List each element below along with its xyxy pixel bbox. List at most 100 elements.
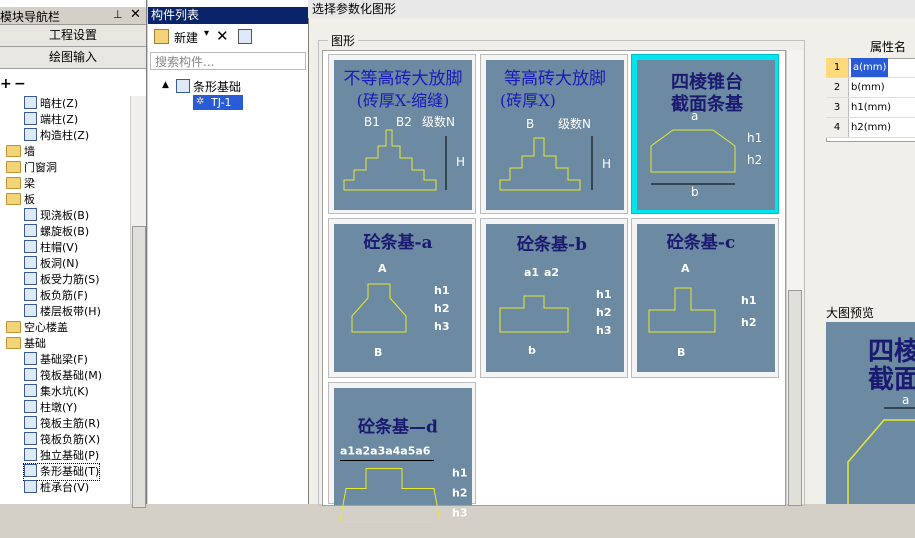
nav-tree-item[interactable]: 板受力筋(S) <box>24 272 100 288</box>
shape-tile-concrete-c[interactable]: 砼条基-c A h1 h2 B <box>631 218 779 378</box>
nav-tree-item[interactable]: 柱墩(Y) <box>24 400 77 416</box>
dim-label: B <box>677 346 685 359</box>
nav-tree-label: 构造柱(Z) <box>40 129 90 142</box>
shape-title: 不等高砖大放脚 <box>344 69 463 89</box>
shape-group-label: 图形 <box>328 32 359 49</box>
component-icon <box>24 128 37 141</box>
component-icon <box>24 416 37 429</box>
nav-tree-folder[interactable]: 板 <box>6 192 35 208</box>
nav-tree: 暗柱(Z) 端柱(Z) 构造柱(Z) 墙门窗洞梁板现浇板(B) 螺旋板(B) 柱帽(V) 板… <box>0 96 130 504</box>
preview-subtitle: 截面 <box>868 365 915 395</box>
component-icon <box>24 224 37 237</box>
nav-tree-folder[interactable]: 梁 <box>6 176 35 192</box>
nav-tree-folder[interactable]: 基础 <box>6 336 46 352</box>
component-search-input[interactable]: 搜索构件... <box>150 52 306 70</box>
dim-label: h2 <box>741 316 757 329</box>
nav-tree-item[interactable]: 现浇板(B) <box>24 208 89 224</box>
shape-subtitle: (砖厚X) <box>500 91 556 110</box>
tree-collapse-icon[interactable]: ▲ <box>162 80 169 90</box>
shape-tile-equal-brick[interactable]: 等高砖大放脚 (砖厚X) B 级数N H <box>480 54 628 214</box>
expand-all-icon[interactable]: + <box>0 76 12 92</box>
nav-tree-item[interactable]: 桩承台(V) <box>24 480 89 496</box>
nav-tree-folder[interactable]: 门窗洞 <box>6 160 57 176</box>
nav-tree-label: 独立基础(P) <box>40 449 100 462</box>
dim-label: h2 <box>452 487 468 500</box>
property-table-header: 属性名称 <box>826 32 915 71</box>
nav-tree-item[interactable]: 暗柱(Z) <box>24 96 78 112</box>
component-icon <box>24 448 37 461</box>
nav-tree-item[interactable]: 柱帽(V) <box>24 240 78 256</box>
dim-label: h1 <box>747 131 762 145</box>
shape-title: 等高砖大放脚 <box>504 69 606 89</box>
component-list-toolbar: 新建 ▾ ✕ <box>150 26 306 48</box>
nav-tree-folder[interactable]: 空心楼盖 <box>6 320 68 336</box>
nav-tree-item[interactable]: 筏板主筋(R) <box>24 416 100 432</box>
delete-icon[interactable]: ✕ <box>216 27 229 45</box>
project-settings-button[interactable]: 工程设置 <box>0 25 146 47</box>
component-icon <box>24 480 37 493</box>
shape-title: 四棱锥台 <box>671 71 743 93</box>
nav-tree-item[interactable]: 楼层板带(H) <box>24 304 101 320</box>
dim-label: H <box>602 157 611 171</box>
folder-icon <box>6 193 21 205</box>
drawing-input-button[interactable]: 绘图输入 <box>0 47 146 69</box>
nav-tree-item[interactable]: 板洞(N) <box>24 256 79 272</box>
tree-child-selected[interactable]: ✲ TJ-1 <box>193 95 243 110</box>
property-row[interactable]: 4 h2(mm) <box>826 118 915 138</box>
close-icon[interactable]: ✕ <box>130 7 141 22</box>
property-row[interactable]: 1 a(mm) <box>826 58 915 78</box>
dropdown-arrow-icon[interactable]: ▾ <box>204 28 209 39</box>
gallery-scroll-thumb[interactable] <box>788 290 802 506</box>
property-row-index: 1 <box>826 58 849 77</box>
shape-title: 砼条基-b <box>517 234 587 255</box>
component-list-panel <box>148 0 309 504</box>
dim-label: h2 <box>747 153 762 167</box>
nav-tree-item[interactable]: 构造柱(Z) <box>24 128 89 144</box>
preview-outline <box>847 419 915 504</box>
shape-tile-concrete-a[interactable]: 砼条基-a A h1 h2 h3 B <box>328 218 476 378</box>
collapse-all-icon[interactable]: − <box>14 76 26 92</box>
nav-tree-item[interactable]: 板负筋(F) <box>24 288 88 304</box>
shape-tile-unequal-brick[interactable]: 不等高砖大放脚 (砖厚X-缩缝) B1 B2 级数N H <box>328 54 476 214</box>
property-row[interactable]: 3 h1(mm) <box>826 98 915 118</box>
folder-icon <box>6 321 21 333</box>
nav-scroll-thumb[interactable] <box>132 226 146 508</box>
nav-tree-label: 板洞(N) <box>40 257 79 270</box>
tree-root-label[interactable]: 条形基础 <box>193 78 241 95</box>
property-row-name: b(mm) <box>851 82 885 93</box>
nav-tree-item[interactable]: 基础梁(F) <box>24 352 88 368</box>
nav-tree-item[interactable]: 条形基础(T) <box>22 463 101 481</box>
dim-label: A <box>378 262 387 275</box>
footing-outline <box>648 287 716 333</box>
nav-tree-item[interactable]: 集水坑(K) <box>24 384 89 400</box>
nav-tree-item[interactable]: 端柱(Z) <box>24 112 78 128</box>
nav-tree-label: 柱帽(V) <box>40 241 79 254</box>
nav-tree-item[interactable]: 筏板负筋(X) <box>24 432 100 448</box>
shape-tile-concrete-b[interactable]: 砼条基-b a1 a2 h1 h2 h3 b <box>480 218 628 378</box>
nav-tree-label: 楼层板带(H) <box>40 305 101 318</box>
nav-tree-item[interactable]: 螺旋板(B) <box>24 224 89 240</box>
shape-tile-concrete-d[interactable]: 砼条基—d a1a2a3a4a5a6 h1 h2 h3 <box>328 382 476 522</box>
property-row[interactable]: 2 b(mm) <box>826 78 915 98</box>
component-icon <box>24 288 37 301</box>
gallery-scrollbar[interactable] <box>786 50 803 506</box>
nav-tree-item[interactable]: 筏板基础(M) <box>24 368 102 384</box>
nav-tree-label: 桩承台(V) <box>40 481 90 494</box>
component-icon <box>24 240 37 253</box>
nav-tree-label: 端柱(Z) <box>40 113 79 126</box>
nav-tree-label: 筏板基础(M) <box>40 369 103 382</box>
pin-icon[interactable]: ⊥ <box>113 8 123 21</box>
component-icon <box>24 96 37 109</box>
preview-dim-label: a <box>902 393 909 407</box>
nav-tree-label: 集水坑(K) <box>40 385 89 398</box>
nav-scrollbar[interactable] <box>130 96 146 508</box>
large-preview: 四棱 截面 a <box>826 322 915 504</box>
component-icon <box>24 256 37 269</box>
copy-icon[interactable] <box>238 29 252 44</box>
shape-tile-pyramid-selected[interactable]: 四棱锥台 截面条基 a h1 h2 b <box>631 54 779 214</box>
nav-tree-label: 板受力筋(S) <box>40 273 100 286</box>
new-component-icon[interactable] <box>154 29 169 44</box>
nav-tree-folder[interactable]: 墙 <box>6 144 35 160</box>
new-button[interactable]: 新建 <box>174 29 198 46</box>
nav-tree-item[interactable]: 独立基础(P) <box>24 448 99 464</box>
